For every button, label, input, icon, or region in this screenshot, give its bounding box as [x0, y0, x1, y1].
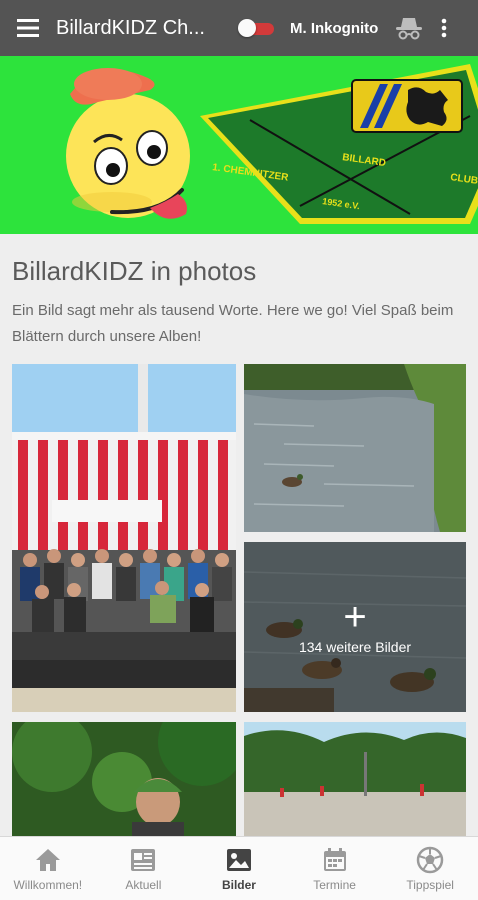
menu-icon [17, 19, 39, 37]
club-crest-icon [351, 79, 463, 133]
incognito-icon [396, 18, 423, 40]
nav-label-welcome: Willkommen! [13, 878, 83, 892]
soccer-ball-icon [415, 845, 445, 875]
nav-label-photos: Bilder [221, 878, 256, 892]
more-photos-label: 134 weitere Bilder [298, 639, 412, 655]
bottom-navigation: Willkommen! Aktuell Bilder Termine Tipps… [0, 836, 478, 900]
image-icon [224, 845, 254, 875]
forest-photo-image [12, 722, 236, 836]
nav-item-events[interactable]: Termine [287, 837, 383, 900]
more-photos-overlay[interactable]: + 134 weitere Bilder [244, 542, 466, 712]
pond-photo-image [244, 364, 466, 532]
smiley-mascot-icon [66, 68, 190, 219]
menu-button[interactable] [0, 0, 56, 56]
gallery-content: BillardKIDZ in photos Ein Bild sagt mehr… [0, 234, 478, 836]
nav-item-news[interactable]: Aktuell [96, 837, 192, 900]
toggle-thumb [238, 19, 256, 37]
photo-beach[interactable] [244, 722, 466, 836]
plus-icon: + [343, 595, 367, 639]
nav-label-betting: Tippspiel [406, 878, 454, 892]
banner-graphic: 1. CHEMNITZER BILLARD CLUB 1952 e.V. [66, 64, 478, 224]
incognito-button[interactable] [394, 13, 424, 43]
more-vert-icon [442, 18, 447, 38]
nav-item-betting[interactable]: Tippspiel [382, 837, 478, 900]
beach-photo-image [244, 722, 466, 836]
incognito-toggle[interactable] [238, 19, 274, 37]
nav-label-news: Aktuell [125, 878, 162, 892]
nav-item-photos[interactable]: Bilder [191, 837, 287, 900]
photo-pond[interactable] [244, 364, 466, 532]
app-bar: BillardKIDZ Ch... M. Inkognito [0, 0, 478, 56]
page-description: Ein Bild sagt mehr als tausend Worte. He… [12, 302, 454, 345]
nav-label-events: Termine [313, 878, 356, 892]
user-name[interactable]: M. Inkognito [290, 20, 378, 37]
calendar-icon [320, 845, 350, 875]
group-photo-image [12, 364, 236, 712]
photo-forest-portrait[interactable] [12, 722, 236, 836]
overflow-menu-button[interactable] [434, 13, 454, 43]
app-title: BillardKIDZ Ch... [56, 16, 205, 39]
nav-item-welcome[interactable]: Willkommen! [0, 837, 96, 900]
photo-group[interactable] [12, 364, 236, 712]
page-title: BillardKIDZ in photos [12, 256, 257, 286]
photo-more[interactable]: + 134 weitere Bilder [244, 542, 466, 712]
home-icon [33, 845, 63, 875]
news-icon [128, 845, 158, 875]
header-banner: 1. CHEMNITZER BILLARD CLUB 1952 e.V. [0, 56, 478, 234]
